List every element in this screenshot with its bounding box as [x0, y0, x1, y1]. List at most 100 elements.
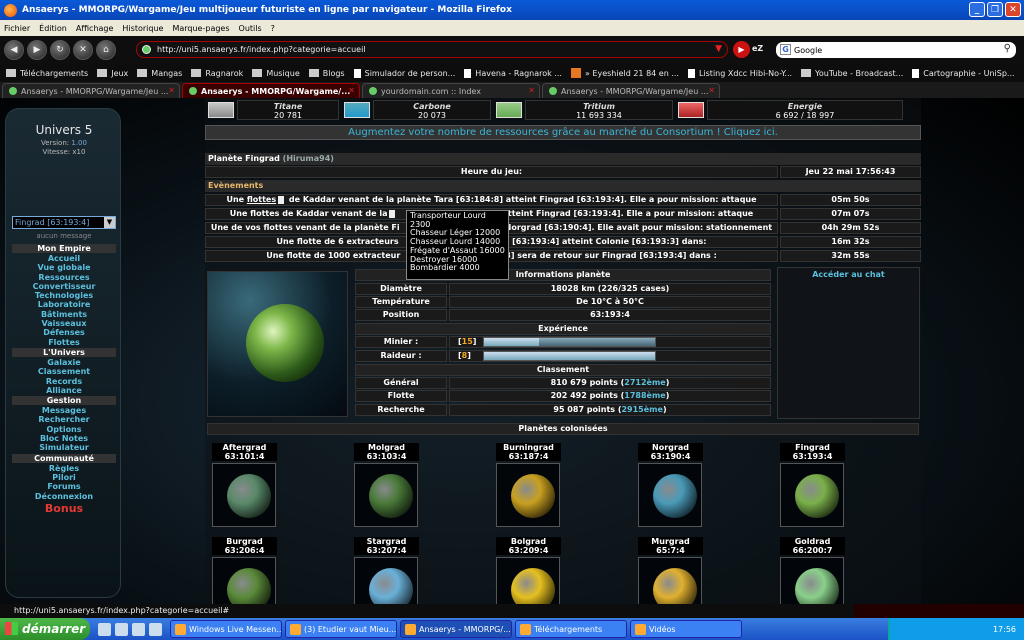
menu-technologies[interactable]: Technologies	[35, 291, 93, 300]
colony-label[interactable]: Aftergrad 63:101:4	[212, 443, 277, 461]
colony-thumbnail[interactable]	[212, 463, 276, 527]
menu-laboratoire[interactable]: Laboratoire	[38, 300, 91, 309]
close-button[interactable]: ✕	[1005, 2, 1021, 17]
chat-link[interactable]: Accéder au chat	[778, 270, 919, 279]
bookmark-youtube[interactable]: YouTube - Broadcast...	[801, 69, 903, 78]
menu-ressources[interactable]: Ressources	[38, 273, 89, 282]
flottes-link[interactable]: flottes	[247, 195, 276, 204]
menu-alliance[interactable]: Alliance	[46, 386, 82, 395]
tab-1[interactable]: Ansaerys - MMORPG/Wargame/Jeu ... ✕	[2, 83, 180, 98]
colony-label[interactable]: Fingrad 63:193:4	[780, 443, 845, 461]
bookmark-eyeshield[interactable]: » Eyeshield 21 84 en ...	[570, 68, 679, 78]
menu-historique[interactable]: Historique	[122, 24, 163, 33]
bookmark-listing-xdcc[interactable]: Listing Xdcc Hibi-No-Y...	[687, 68, 792, 78]
maximize-button[interactable]: ❐	[987, 2, 1003, 17]
bookmark-havena[interactable]: Havena - Ragnarok ...	[464, 68, 562, 78]
menu-deconnexion[interactable]: Déconnexion	[35, 492, 93, 501]
menu-fichier[interactable]: Fichier	[4, 24, 30, 33]
quicklaunch-icon[interactable]	[115, 622, 128, 636]
menu-help[interactable]: ?	[271, 24, 275, 33]
colony-label[interactable]: Murgrad 65:7:4	[638, 537, 703, 555]
colony-thumbnail[interactable]	[496, 557, 560, 604]
quicklaunch-icon[interactable]	[149, 622, 162, 636]
menu-batiments[interactable]: Bâtiments	[41, 310, 87, 319]
home-icon[interactable]: ⌂	[96, 40, 116, 60]
menu-vaisseaux[interactable]: Vaisseaux	[41, 319, 86, 328]
colony-label[interactable]: Goldrad 66:200:7	[780, 537, 845, 555]
rank-link[interactable]: 2915ème	[621, 405, 662, 414]
colony-label[interactable]: Molgrad 63:103:4	[354, 443, 419, 461]
bookmark-ragnarok[interactable]: Ragnarok	[191, 69, 243, 78]
taskbar-item[interactable]: Vidéos	[630, 620, 742, 638]
promo-banner[interactable]: Augmentez votre nombre de ressources grâ…	[205, 125, 921, 140]
bookmark-blogs[interactable]: Blogs	[308, 69, 345, 78]
quicklaunch-icon[interactable]	[98, 622, 111, 636]
rank-link[interactable]: 2712ème	[624, 378, 665, 387]
taskbar-item[interactable]: Téléchargements	[515, 620, 627, 638]
menu-galaxie[interactable]: Galaxie	[47, 358, 80, 367]
tab-3[interactable]: yourdomain.com :: Index ✕	[362, 83, 540, 98]
tab-2[interactable]: Ansaerys - MMORPG/Wargame/... ✕	[182, 83, 360, 98]
bookmark-telechargements[interactable]: Téléchargements	[6, 69, 88, 78]
forward-icon[interactable]: ▶	[27, 40, 47, 60]
chevron-down-icon[interactable]: ▼	[104, 217, 115, 228]
colony-thumbnail[interactable]	[638, 557, 702, 604]
bookmark-simulador[interactable]: Simulador de person...	[353, 68, 455, 78]
menu-marque-pages[interactable]: Marque-pages	[172, 24, 229, 33]
search-input[interactable]: G Google ⚲	[776, 42, 1016, 58]
menu-edition[interactable]: Édition	[39, 24, 67, 33]
menu-simulateur[interactable]: Simulateur	[39, 443, 89, 452]
reload-icon[interactable]: ↻	[50, 40, 70, 60]
google-icon[interactable]: G	[780, 44, 791, 55]
menu-affichage[interactable]: Affichage	[76, 24, 114, 33]
colony-label[interactable]: Bolgrad 63:209:4	[496, 537, 561, 555]
colony-label[interactable]: Stargrad 63:207:4	[354, 537, 419, 555]
start-button[interactable]: démarrer	[0, 618, 90, 640]
close-tab-icon[interactable]: ✕	[708, 86, 715, 95]
close-tab-icon[interactable]: ✕	[168, 86, 175, 95]
menu-messages[interactable]: Messages	[42, 406, 86, 415]
colony-thumbnail[interactable]	[354, 557, 418, 604]
colony-thumbnail[interactable]	[638, 463, 702, 527]
colony-thumbnail[interactable]	[496, 463, 560, 527]
taskbar-item[interactable]: (3) Etudier vaut Mieu...	[285, 620, 397, 638]
taskbar-item[interactable]: Windows Live Messen...	[170, 620, 282, 638]
colony-thumbnail[interactable]	[780, 463, 844, 527]
menu-options[interactable]: Options	[46, 425, 81, 434]
go-button[interactable]: ▶	[733, 41, 750, 58]
menu-defenses[interactable]: Défenses	[43, 328, 85, 337]
colony-thumbnail[interactable]	[780, 557, 844, 604]
document-icon[interactable]	[278, 195, 285, 204]
quicklaunch-icon[interactable]	[132, 622, 145, 636]
url-dropdown-icon[interactable]: ▼	[715, 44, 722, 54]
tab-4[interactable]: Ansaerys - MMORPG/Wargame/Jeu ... ✕	[542, 83, 720, 98]
menu-vue-globale[interactable]: Vue globale	[37, 263, 90, 272]
url-field[interactable]: http://uni5.ansaerys.fr/index.php?catego…	[136, 41, 728, 58]
menu-outils[interactable]: Outils	[239, 24, 262, 33]
colony-thumbnail[interactable]	[212, 557, 276, 604]
menu-rechercher[interactable]: Rechercher	[38, 415, 89, 424]
colony-label[interactable]: Burgrad 63:206:4	[212, 537, 277, 555]
colony-label[interactable]: Burningrad 63:187:4	[496, 443, 561, 461]
close-tab-icon[interactable]: ✕	[348, 86, 355, 95]
ez-icon[interactable]: eZ	[752, 44, 763, 53]
menu-records[interactable]: Records	[46, 377, 82, 386]
menu-forums[interactable]: Forums	[47, 482, 80, 491]
search-icon[interactable]: ⚲	[1004, 43, 1011, 54]
close-tab-icon[interactable]: ✕	[528, 86, 535, 95]
menu-bonus[interactable]: Bonus	[45, 503, 83, 514]
menu-bloc-notes[interactable]: Bloc Notes	[40, 434, 88, 443]
menu-classement[interactable]: Classement	[38, 367, 90, 376]
colony-label[interactable]: Norgrad 63:190:4	[638, 443, 703, 461]
rank-link[interactable]: 1788ème	[624, 391, 665, 400]
menu-regles[interactable]: Règles	[49, 464, 79, 473]
planet-select[interactable]: Fingrad [63:193:4] ▼	[12, 216, 116, 229]
bookmark-jeux[interactable]: Jeux	[97, 69, 128, 78]
stop-icon[interactable]: ✕	[73, 40, 93, 60]
menu-pilori[interactable]: Pilori	[52, 473, 76, 482]
menu-convertisseur[interactable]: Convertisseur	[33, 282, 96, 291]
document-icon[interactable]	[389, 209, 396, 218]
menu-accueil[interactable]: Accueil	[48, 254, 80, 263]
back-icon[interactable]: ◀	[4, 40, 24, 60]
minimize-button[interactable]: _	[969, 2, 985, 17]
